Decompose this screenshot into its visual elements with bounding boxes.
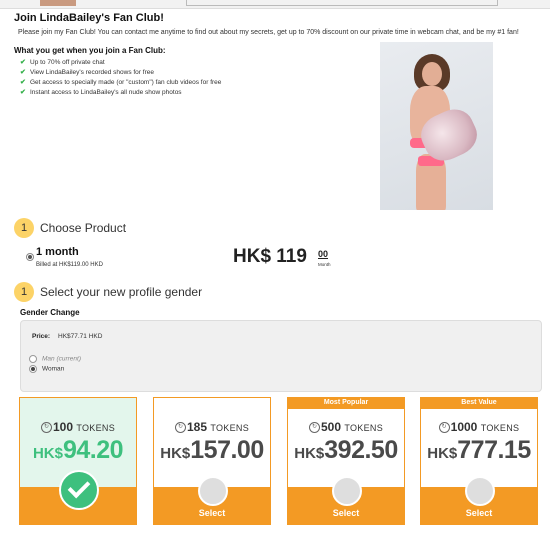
gender-option-man[interactable]: Man (current) xyxy=(29,355,81,363)
radio-circle-icon[interactable] xyxy=(332,476,362,506)
package-price: HK$777.15 xyxy=(427,436,531,464)
select-button[interactable]: Select xyxy=(154,508,270,518)
benefit-label: Instant access to LindaBailey's all nude… xyxy=(30,89,182,96)
step-label: Select your new profile gender xyxy=(40,285,203,299)
coin-icon: ↻ xyxy=(438,422,450,434)
radio-circle-icon[interactable] xyxy=(198,476,228,506)
benefits-list: ✔ Up to 70% off private chat ✔ View LindaB… xyxy=(20,58,221,98)
profile-thumbnail xyxy=(40,0,76,6)
checkmark-icon xyxy=(59,470,99,510)
benefit-item: ✔ Instant access to LindaBailey's all nud… xyxy=(20,88,221,98)
radio-circle-icon[interactable] xyxy=(465,476,495,506)
top-bar xyxy=(0,0,550,9)
benefit-item: ✔ View LindaBailey's recorded shows for f… xyxy=(20,68,221,78)
token-package-100[interactable]: ↻ 100 TOKENS HK$94.20 xyxy=(19,397,137,525)
product-radio[interactable] xyxy=(26,253,34,261)
token-package-185[interactable]: ↻ 185 TOKENS HK$157.00 Select xyxy=(153,397,271,525)
product-billed-text: Billed at HK$119.00 HKD xyxy=(36,262,103,268)
package-price: HK$392.50 xyxy=(294,436,398,464)
product-price-unit: Month xyxy=(318,262,331,267)
token-package-500[interactable]: Most Popular ↻ 500 TOKENS HK$392.50 Selec… xyxy=(287,397,405,525)
select-button[interactable]: Select xyxy=(421,508,537,518)
benefit-label: View LindaBailey's recorded shows for fr… xyxy=(30,69,154,76)
benefits-heading: What you get when you join a Fan Club: xyxy=(14,46,166,55)
gender-price-value: HK$77.71 HKD xyxy=(58,333,103,340)
radio-icon[interactable] xyxy=(29,365,37,373)
intro-text: Please join my Fan Club! You can contact… xyxy=(18,29,519,36)
radio-icon[interactable] xyxy=(29,355,37,363)
benefit-label: Get access to specially made (or "custom… xyxy=(30,79,222,86)
most-popular-badge: Most Popular xyxy=(287,397,405,409)
step-choose-product: 1 Choose Product xyxy=(14,218,126,240)
coin-icon: ↻ xyxy=(174,422,186,434)
step-select-gender: 1 Select your new profile gender xyxy=(14,282,202,304)
gender-option-label: Man (current) xyxy=(42,355,82,363)
checkmark-icon: ✔ xyxy=(20,79,26,86)
package-price: HK$94.20 xyxy=(32,436,124,464)
select-button[interactable]: Select xyxy=(288,508,404,518)
step-number-badge: 1 xyxy=(14,218,34,238)
checkmark-icon: ✔ xyxy=(20,89,26,96)
token-amount: ↻ 100 TOKENS xyxy=(20,420,136,434)
step-number-badge: 1 xyxy=(14,282,34,302)
token-amount: ↻ 185 TOKENS xyxy=(154,420,270,434)
gender-option-woman[interactable]: Woman xyxy=(29,365,64,373)
benefit-item: ✔ Get access to specially made (or "custo… xyxy=(20,78,221,88)
coin-icon: ↻ xyxy=(308,422,320,434)
checkmark-icon: ✔ xyxy=(20,69,26,76)
product-price: HK$ 119 xyxy=(233,246,307,267)
gender-change-title: Gender Change xyxy=(20,308,80,317)
top-divider xyxy=(186,0,498,6)
product-name[interactable]: 1 month xyxy=(36,246,79,258)
benefit-item: ✔ Up to 70% off private chat xyxy=(20,58,221,68)
token-amount: ↻ 500 TOKENS xyxy=(288,420,404,434)
gender-price-label: Price: xyxy=(32,333,51,340)
token-amount: ↻ 1000 TOKENS xyxy=(421,420,537,434)
coin-icon: ↻ xyxy=(40,422,52,434)
checkmark-icon: ✔ xyxy=(20,59,26,66)
model-photo xyxy=(380,42,493,210)
package-price: HK$157.00 xyxy=(160,436,264,464)
product-price-cents: 00 xyxy=(318,249,329,259)
gender-option-label: Woman xyxy=(42,365,65,373)
benefit-label: Up to 70% off private chat xyxy=(30,59,105,66)
page-title: Join LindaBailey's Fan Club! xyxy=(14,12,164,24)
best-value-badge: Best Value xyxy=(420,397,538,409)
gender-change-panel: Price: HK$77.71 HKD Man (current) Woman xyxy=(20,320,542,392)
token-package-1000[interactable]: Best Value ↻ 1000 TOKENS HK$777.15 Select xyxy=(420,397,538,525)
step-label: Choose Product xyxy=(40,221,127,235)
